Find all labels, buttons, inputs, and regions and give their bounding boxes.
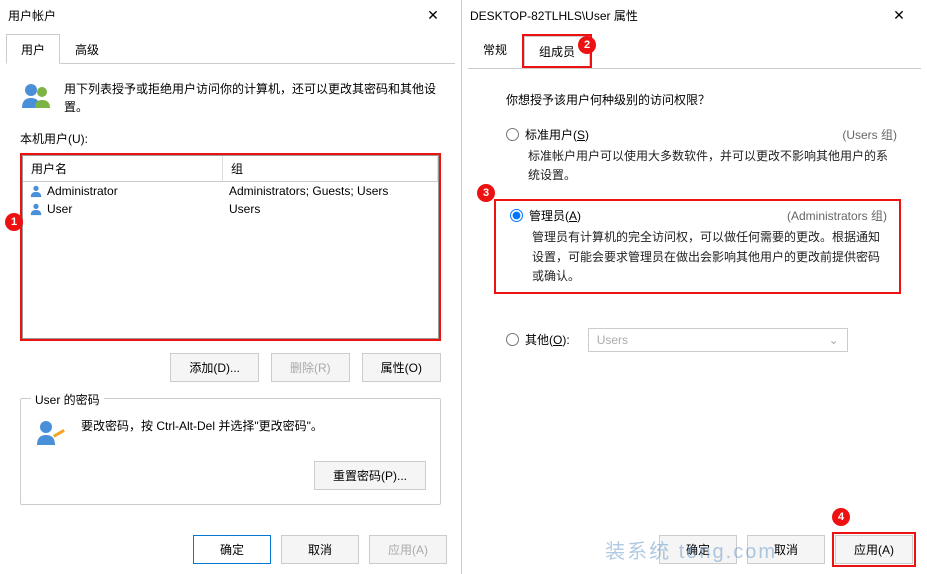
radio-standard-block: 标准用户(S) (Users 组) 标准帐户用户可以使用大多数软件，并可以更改不… [506, 126, 907, 185]
radio-admin-highlight: 管理员(A) (Administrators 组) 管理员有计算机的完全访问权，… [494, 199, 901, 294]
intro-text: 用下列表授予或拒绝用户访问你的计算机，还可以更改其密码和其他设置。 [64, 80, 441, 116]
question-text: 你想授予该用户何种级别的访问权限？ [506, 91, 907, 108]
admin-desc: 管理员有计算机的完全访问权，可以做任何需要的更改。根据通知设置，可能会要求管理员… [532, 228, 887, 286]
titlebar-left: 用户帐户 ✕ [0, 0, 461, 30]
cancel-button[interactable]: 取消 [281, 535, 359, 564]
radio-other-block: 其他(O): Users ⌄ [506, 328, 907, 352]
table-row[interactable]: User Users [23, 200, 438, 218]
radio-admin-label[interactable]: 管理员(A) [529, 207, 581, 224]
standard-desc: 标准帐户用户可以使用大多数软件，并可以更改不影响其他用户的系统设置。 [528, 147, 897, 185]
tab-general[interactable]: 常规 [468, 34, 522, 69]
radio-standard-label[interactable]: 标准用户(S) [525, 126, 589, 143]
standard-group-note: (Users 组) [842, 126, 897, 143]
cell-username: Administrator [47, 184, 118, 198]
annotation-4: 4 [832, 508, 850, 526]
tab-advanced[interactable]: 高级 [60, 34, 114, 64]
footer-right: 确定 取消 应用(A) [462, 525, 927, 574]
chevron-down-icon: ⌄ [829, 333, 839, 347]
annotation-1: 1 [5, 213, 23, 231]
password-group-title: User 的密码 [31, 391, 104, 408]
titlebar-right: DESKTOP-82TLHLS\User 属性 ✕ [462, 0, 927, 30]
close-button[interactable]: ✕ [879, 1, 919, 29]
properties-button[interactable]: 属性(O) [362, 353, 441, 382]
radio-admin[interactable] [510, 209, 523, 222]
cell-group: Administrators; Guests; Users [229, 184, 432, 198]
reset-password-button[interactable]: 重置密码(P)... [314, 461, 426, 490]
content-left: 用下列表授予或拒绝用户访问你的计算机，还可以更改其密码和其他设置。 本机用户(U… [0, 64, 461, 525]
user-table-highlight: 用户名 组 Administrator Administrators; Gues… [20, 153, 441, 341]
content-right: 你想授予该用户何种级别的访问权限？ 标准用户(S) (Users 组) 标准帐户… [462, 69, 927, 525]
admin-group-note: (Administrators 组) [787, 207, 887, 224]
key-icon [35, 417, 67, 449]
table-row[interactable]: Administrator Administrators; Guests; Us… [23, 182, 438, 200]
add-button[interactable]: 添加(D)... [170, 353, 259, 382]
ok-button[interactable]: 确定 [659, 535, 737, 564]
password-text: 要改密码，按 Ctrl-Alt-Del 并选择"更改密码"。 [81, 417, 323, 434]
col-group[interactable]: 组 [223, 156, 438, 181]
ok-button[interactable]: 确定 [193, 535, 271, 564]
user-icon [29, 184, 43, 198]
tabs-right: 常规 组成员 [468, 34, 921, 69]
password-groupbox: User 的密码 要改密码，按 Ctrl-Alt-Del 并选择"更改密码"。 … [20, 398, 441, 505]
col-username[interactable]: 用户名 [23, 156, 223, 181]
user-icon [29, 202, 43, 216]
close-button[interactable]: ✕ [413, 1, 453, 29]
radio-other[interactable] [506, 333, 519, 346]
user-accounts-dialog: 用户帐户 ✕ 用户 高级 用下列表授予或拒绝用户访问你的计算机，还可以更改其密码… [0, 0, 462, 574]
table-empty-area [23, 218, 438, 338]
users-icon [20, 80, 52, 112]
remove-button[interactable]: 删除(R) [271, 353, 350, 382]
table-header: 用户名 组 [23, 156, 438, 182]
cancel-button[interactable]: 取消 [747, 535, 825, 564]
local-users-label: 本机用户(U): [20, 130, 441, 147]
other-select-value: Users [597, 333, 628, 347]
cell-group: Users [229, 202, 432, 216]
radio-standard[interactable] [506, 128, 519, 141]
other-group-select[interactable]: Users ⌄ [588, 328, 848, 352]
apply-button[interactable]: 应用(A) [369, 535, 447, 564]
tab-users[interactable]: 用户 [6, 34, 60, 64]
annotation-3: 3 [477, 184, 495, 202]
user-properties-dialog: DESKTOP-82TLHLS\User 属性 ✕ 常规 组成员 你想授予该用户… [462, 0, 927, 574]
tabs-left: 用户 高级 [6, 34, 455, 64]
window-title: DESKTOP-82TLHLS\User 属性 [470, 7, 879, 24]
footer-left: 确定 取消 应用(A) [0, 525, 461, 574]
annotation-2: 2 [578, 36, 596, 54]
cell-username: User [47, 202, 72, 216]
window-title: 用户帐户 [8, 7, 413, 24]
radio-other-label[interactable]: 其他(O): [525, 331, 570, 348]
